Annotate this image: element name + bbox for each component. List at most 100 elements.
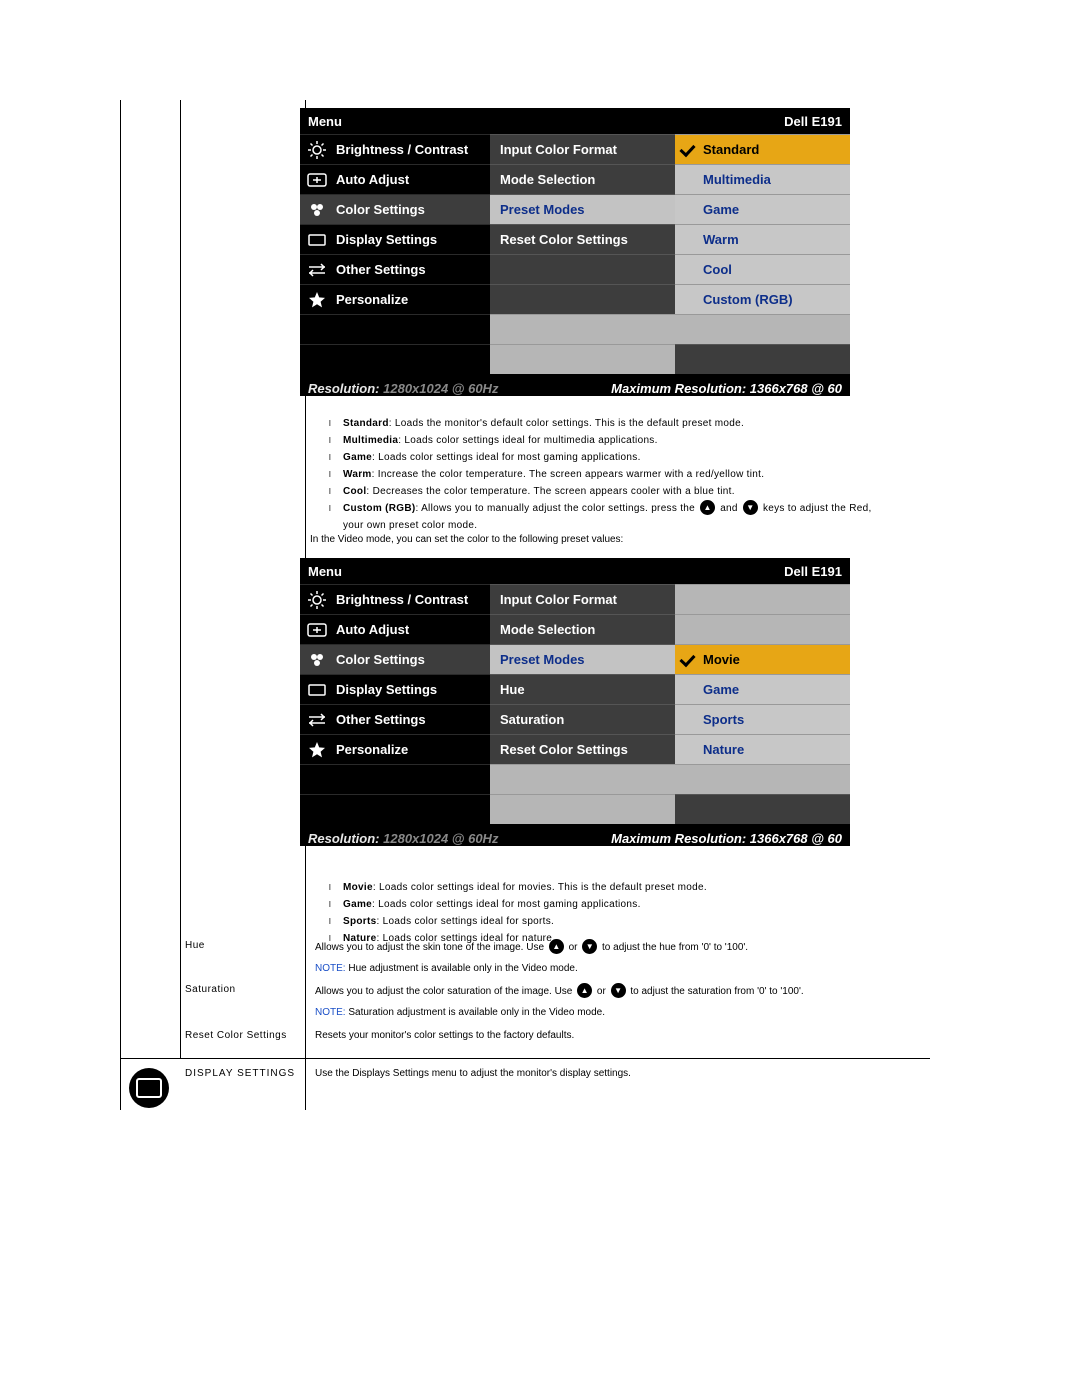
menu-item-blank	[300, 344, 490, 374]
desc-multimedia: Multimedia: Loads color settings ideal f…	[315, 433, 915, 448]
menu-item-personalize[interactable]: Personalize	[300, 284, 490, 314]
menu-item-blank	[300, 764, 490, 794]
personalize-icon	[306, 289, 328, 311]
display-settings-icon	[306, 229, 328, 251]
option-game[interactable]: Game	[675, 674, 850, 704]
menu-item-personalize[interactable]: Personalize	[300, 734, 490, 764]
sub-blank	[490, 284, 675, 314]
desc-game: Game: Loads color settings ideal for mos…	[315, 897, 915, 912]
menu-item-color-settings[interactable]: Color Settings	[300, 194, 490, 224]
table-border-mid	[180, 100, 181, 1058]
desc-warm: Warm: Increase the color temperature. Th…	[315, 467, 915, 482]
option-cool[interactable]: Cool	[675, 254, 850, 284]
sub-input-color-format[interactable]: Input Color Format	[490, 584, 675, 614]
option-custom-rgb[interactable]: Custom (RGB)	[675, 284, 850, 314]
desc-cool: Cool: Decreases the color temperature. T…	[315, 484, 915, 499]
check-icon	[679, 142, 697, 156]
row-label-hue: Hue	[185, 940, 300, 951]
menu-item-auto-adjust[interactable]: Auto Adjust	[300, 614, 490, 644]
option-blank	[675, 764, 850, 794]
osd-screenshot-video: Menu Dell E191 Brightness / Contrast Aut…	[300, 558, 850, 846]
option-movie[interactable]: Movie	[675, 644, 850, 674]
row-desc-saturation: Allows you to adjust the color saturatio…	[315, 984, 915, 1018]
preset-graphics-list: Standard: Loads the monitor's default co…	[315, 416, 915, 533]
menu-item-display-settings[interactable]: Display Settings	[300, 674, 490, 704]
up-key-icon: ▲	[549, 939, 564, 954]
down-key-icon: ▼	[582, 939, 597, 954]
osd-max-resolution: Maximum Resolution: 1366x768 @ 60	[611, 831, 842, 846]
desc-game: Game: Loads color settings ideal for mos…	[315, 450, 915, 465]
row-label-display-settings: DISPLAY SETTINGS	[185, 1068, 300, 1079]
option-game[interactable]: Game	[675, 194, 850, 224]
up-key-icon: ▲	[577, 983, 592, 998]
sub-preset-modes[interactable]: Preset Modes	[490, 644, 675, 674]
down-key-icon: ▼	[611, 983, 626, 998]
osd-title: Menu	[308, 564, 342, 579]
sub-saturation[interactable]: Saturation	[490, 704, 675, 734]
sub-mode-selection[interactable]: Mode Selection	[490, 614, 675, 644]
osd-sub-menu: Input Color Format Mode Selection Preset…	[490, 134, 675, 374]
osd-screenshot-graphics: Menu Dell E191 Brightness / Contrast Aut…	[300, 108, 850, 396]
menu-item-brightness[interactable]: Brightness / Contrast	[300, 134, 490, 164]
down-key-icon: ▼	[743, 500, 758, 515]
brightness-icon	[306, 589, 328, 611]
sub-reset-color[interactable]: Reset Color Settings	[490, 734, 675, 764]
sub-hue[interactable]: Hue	[490, 674, 675, 704]
sub-preset-modes[interactable]: Preset Modes	[490, 194, 675, 224]
row-label-reset-color: Reset Color Settings	[185, 1030, 300, 1041]
display-icon	[129, 1068, 169, 1108]
option-blank	[675, 614, 850, 644]
option-blank	[675, 794, 850, 824]
desc-movie: Movie: Loads color settings ideal for mo…	[315, 880, 915, 895]
color-settings-icon	[306, 649, 328, 671]
other-settings-icon	[306, 259, 328, 281]
osd-brand: Dell E191	[784, 114, 842, 129]
other-settings-icon	[306, 709, 328, 731]
document-page: Menu Dell E191 Brightness / Contrast Aut…	[0, 0, 1080, 1397]
note-label: NOTE:	[315, 963, 346, 974]
sub-blank	[490, 314, 675, 344]
menu-item-color-settings[interactable]: Color Settings	[300, 644, 490, 674]
option-warm[interactable]: Warm	[675, 224, 850, 254]
sub-input-color-format[interactable]: Input Color Format	[490, 134, 675, 164]
osd-brand: Dell E191	[784, 564, 842, 579]
menu-item-display-settings[interactable]: Display Settings	[300, 224, 490, 254]
osd-max-resolution: Maximum Resolution: 1366x768 @ 60	[611, 381, 842, 396]
menu-item-brightness[interactable]: Brightness / Contrast	[300, 584, 490, 614]
row-desc-hue: Allows you to adjust the skin tone of th…	[315, 940, 915, 974]
check-icon	[679, 652, 697, 666]
menu-item-blank	[300, 314, 490, 344]
osd-main-menu: Brightness / Contrast Auto Adjust Color …	[300, 584, 490, 824]
option-blank	[675, 584, 850, 614]
personalize-icon	[306, 739, 328, 761]
menu-item-other-settings[interactable]: Other Settings	[300, 704, 490, 734]
osd-resolution: Resolution: 1280x1024 @ 60Hz	[308, 381, 498, 396]
option-standard[interactable]: Standard	[675, 134, 850, 164]
option-sports[interactable]: Sports	[675, 704, 850, 734]
row-desc-reset-color: Resets your monitor's color settings to …	[315, 1030, 915, 1041]
option-blank	[675, 344, 850, 374]
table-border-left	[120, 100, 121, 1110]
sub-mode-selection[interactable]: Mode Selection	[490, 164, 675, 194]
osd-sub-menu: Input Color Format Mode Selection Preset…	[490, 584, 675, 824]
row-desc-display-settings: Use the Displays Settings menu to adjust…	[315, 1068, 915, 1079]
note-label: NOTE:	[315, 1007, 346, 1018]
osd-title: Menu	[308, 114, 342, 129]
option-multimedia[interactable]: Multimedia	[675, 164, 850, 194]
menu-item-other-settings[interactable]: Other Settings	[300, 254, 490, 284]
table-border-section	[120, 1058, 930, 1059]
category-icon-display	[121, 1062, 176, 1108]
sub-blank	[490, 794, 675, 824]
display-settings-icon	[306, 679, 328, 701]
sub-blank	[490, 764, 675, 794]
menu-item-auto-adjust[interactable]: Auto Adjust	[300, 164, 490, 194]
video-mode-intro: In the Video mode, you can set the color…	[310, 534, 910, 545]
sub-reset-color[interactable]: Reset Color Settings	[490, 224, 675, 254]
option-nature[interactable]: Nature	[675, 734, 850, 764]
row-label-saturation: Saturation	[185, 984, 300, 995]
auto-adjust-icon	[306, 619, 328, 641]
osd-options: Movie Game Sports Nature	[675, 584, 850, 824]
auto-adjust-icon	[306, 169, 328, 191]
osd-options: Standard Multimedia Game Warm Cool Custo…	[675, 134, 850, 374]
color-settings-icon	[306, 199, 328, 221]
